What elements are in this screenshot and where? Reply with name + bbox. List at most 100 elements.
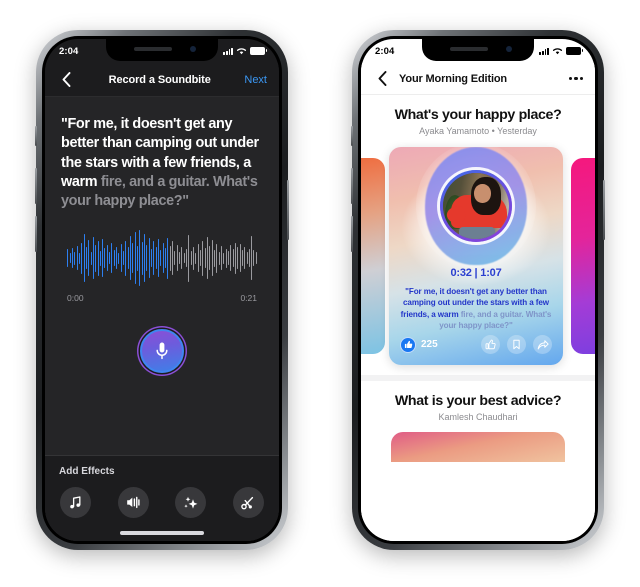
avatar-zone [389, 147, 563, 269]
chevron-left-icon[interactable] [57, 71, 75, 89]
waveform-bar [71, 248, 73, 269]
waveform-bar [244, 247, 246, 270]
waveform-bar [148, 238, 150, 279]
waveform-bar [92, 237, 94, 280]
wifi-icon [236, 48, 247, 55]
waveform-bar [165, 248, 166, 269]
microphone-icon [156, 342, 168, 360]
waveform-bar [176, 245, 178, 272]
phone-bezel: 2:04 Record a Soundbite Next "For me, it… [42, 36, 282, 544]
record-button[interactable] [140, 329, 184, 374]
volume-down-button[interactable] [351, 216, 353, 252]
waveform-bar [199, 250, 201, 267]
waveform-bar [125, 240, 127, 276]
waveform-bar [218, 251, 220, 265]
carousel-card-previous[interactable] [361, 158, 385, 354]
front-camera-icon [506, 46, 512, 52]
waveform-bar [151, 249, 152, 268]
card-transcript: "For me, it doesn't get any better than … [398, 286, 554, 332]
waveform-bar [237, 247, 239, 270]
feed-body: What's your happy place? Ayaka Yamamoto … [361, 95, 595, 541]
soundbite-carousel[interactable]: 0:32 | 1:07 "For me, it doesn't get any … [361, 147, 595, 365]
share-button[interactable] [533, 335, 552, 354]
waveform-bar [190, 251, 192, 266]
effect-trim-button[interactable] [232, 487, 264, 518]
audio-waveform[interactable] [67, 227, 257, 289]
effect-voice-button[interactable] [117, 487, 149, 518]
voice-effect-icon [127, 496, 140, 509]
waveform-timestamps: 0:00 0:21 [67, 293, 257, 303]
volume-up-button[interactable] [35, 168, 37, 204]
mute-switch[interactable] [351, 126, 353, 146]
waveform-bar [220, 246, 222, 271]
add-effects-label: Add Effects [59, 466, 115, 477]
power-button[interactable] [603, 180, 605, 240]
effects-button-row [59, 487, 265, 518]
more-horizontal-icon[interactable] [569, 76, 583, 81]
soundbite-card[interactable]: 0:32 | 1:07 "For me, it doesn't get any … [389, 147, 563, 365]
mute-switch[interactable] [35, 126, 37, 146]
front-camera-icon [190, 46, 196, 52]
waveform-bar [185, 249, 187, 268]
waveform-bar [227, 251, 229, 266]
avatar[interactable] [440, 170, 512, 242]
waveform-bar [178, 252, 180, 265]
cellular-bars-icon [223, 47, 233, 55]
volume-down-button[interactable] [35, 216, 37, 252]
waveform-bar [144, 234, 145, 283]
waveform-bar [123, 251, 125, 266]
effect-music-button[interactable] [60, 487, 91, 518]
section-title: What is your best advice? [394, 393, 562, 409]
card-action-bar: 225 [389, 335, 563, 354]
save-button[interactable] [507, 335, 526, 354]
waveform-bar [188, 234, 190, 282]
scissors-icon [241, 496, 254, 509]
page-title: Record a Soundbite [108, 73, 211, 86]
waveform-bar [120, 244, 122, 273]
waveform-bar [95, 244, 97, 272]
waveform-bar [116, 247, 118, 270]
music-note-icon [70, 496, 81, 509]
chevron-left-icon[interactable] [373, 70, 391, 88]
feed-section-best-advice: What is your best advice? Kamlesh Chaudh… [361, 381, 595, 462]
waveform-bar [67, 249, 69, 268]
waveform-bar [85, 247, 87, 270]
like-button[interactable] [481, 335, 500, 354]
earpiece-speaker [134, 47, 172, 51]
next-section-card-peek[interactable] [391, 432, 565, 462]
waveform-bar [153, 241, 155, 276]
like-count-badge[interactable]: 225 [400, 336, 438, 353]
waveform-bar [234, 242, 236, 274]
waveform-bar [127, 247, 129, 270]
power-button[interactable] [287, 180, 289, 240]
waveform-bar [174, 251, 176, 266]
waveform-end-time: 0:21 [240, 293, 257, 304]
waveform-bar [137, 245, 139, 271]
waveform-bar [146, 245, 148, 272]
waveform-bar [211, 240, 213, 277]
waveform-bar [102, 239, 104, 278]
waveform-bar [183, 253, 185, 264]
waveform-bar [230, 245, 232, 272]
waveform-bar [216, 243, 218, 273]
carousel-card-next[interactable] [571, 158, 595, 354]
effect-sparkles-button[interactable] [175, 487, 207, 518]
waveform-bar [181, 247, 183, 270]
status-time: 2:04 [375, 45, 395, 57]
volume-up-button[interactable] [351, 168, 353, 204]
next-button[interactable]: Next [244, 74, 267, 86]
waveform-bar [76, 246, 78, 271]
sparkles-icon [184, 496, 198, 509]
waveform-bar [155, 247, 157, 270]
waveform-bar [209, 246, 211, 271]
waveform-bar [223, 252, 225, 264]
waveform-bar [90, 251, 92, 265]
waveform-bar [97, 240, 99, 276]
waveform-bar [134, 232, 136, 285]
phone-left-record-screen: 2:04 Record a Soundbite Next "For me, it… [35, 30, 289, 550]
waveform-bar [104, 248, 106, 269]
waveform-bar [113, 250, 115, 267]
like-count: 225 [421, 339, 438, 350]
avatar-image [442, 172, 510, 240]
bookmark-icon [513, 339, 520, 350]
